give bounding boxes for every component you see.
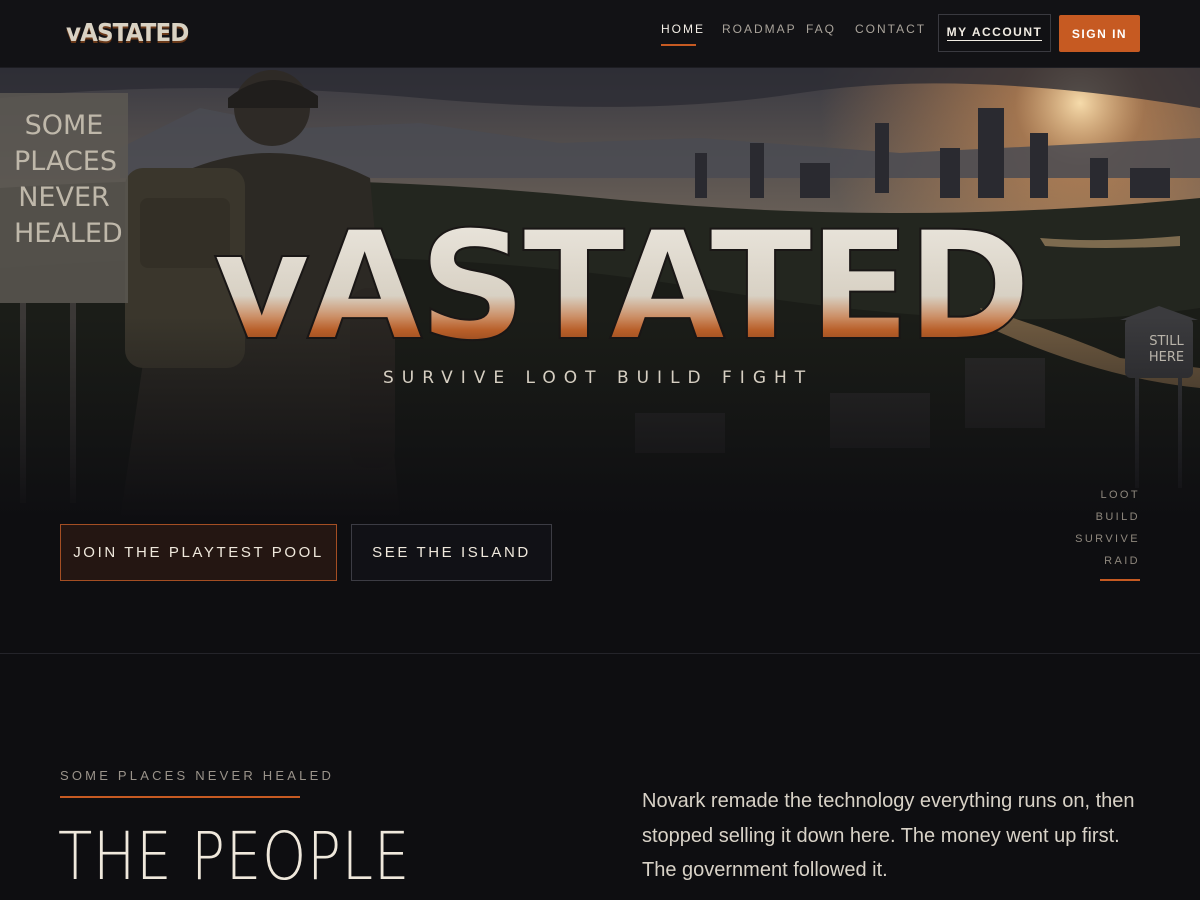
side-item-survive[interactable]: SURVIVE [1075,528,1140,550]
top-nav: vASTATED HOME ROADMAP FAQ CONTACT MY ACC… [0,0,1200,68]
my-account-label: MY ACCOUNT [946,25,1043,41]
my-account-button[interactable]: MY ACCOUNT [938,14,1051,52]
section-heading: THE PEOPLE [58,818,411,895]
water-tower-text: STILL HERE [1148,334,1185,365]
section-body: Novark remade the technology everything … [642,790,1135,881]
site-logo[interactable]: vASTATED [66,18,189,47]
nav-link-faq[interactable]: FAQ [806,22,836,36]
side-item-loot[interactable]: LOOT [1075,484,1140,506]
hero-banner: vASTATED SURVIVE LOOT BUILD FIGHT SOME P… [0,68,1200,520]
hero-artwork: vASTATED [0,68,1200,520]
see-island-button[interactable]: SEE THE ISLAND [351,524,552,581]
section-divider [0,653,1200,654]
kicker-underline [60,796,300,798]
hero-tagline: SURVIVE LOOT BUILD FIGHT [383,368,814,388]
sign-text: SOME PLACES NEVER HEALED [14,110,123,249]
side-list-indicator [1100,579,1140,581]
nav-link-roadmap[interactable]: ROADMAP [722,22,797,36]
section-kicker: SOME PLACES NEVER HEALED [60,768,335,783]
nav-active-indicator [661,44,696,46]
nav-link-contact[interactable]: CONTACT [855,22,926,36]
side-item-raid[interactable]: RAID [1075,550,1140,572]
side-feature-list: LOOT BUILD SURVIVE RAID [1075,484,1140,572]
nav-link-home[interactable]: HOME [661,22,705,36]
join-playtest-button[interactable]: JOIN THE PLAYTEST POOL [60,524,337,581]
side-item-build[interactable]: BUILD [1075,506,1140,528]
sign-in-button[interactable]: SIGN IN [1059,15,1140,52]
